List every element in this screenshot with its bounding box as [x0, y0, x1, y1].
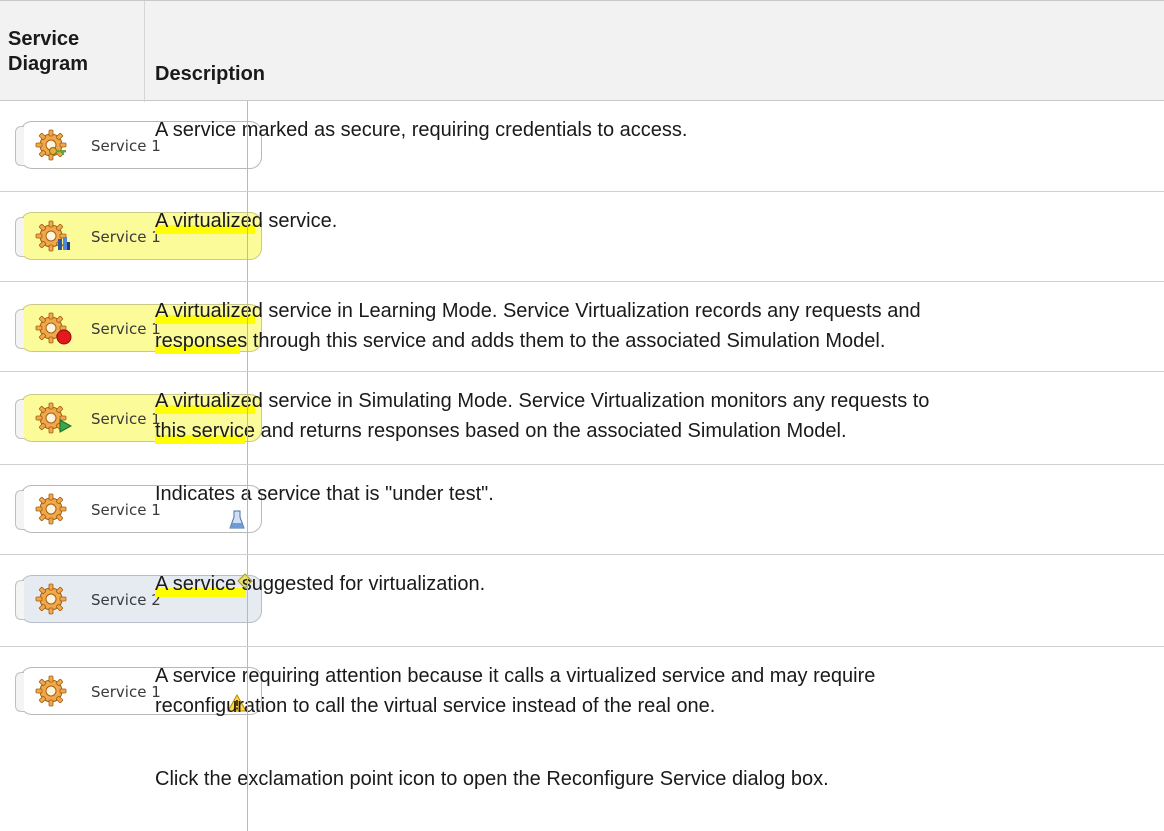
node-handle: [15, 580, 24, 620]
table-row: Service 2A service suggested for virtual…: [0, 555, 1164, 646]
table-row: Service 1A virtualized service in Learni…: [0, 282, 1164, 371]
column-guide-line: [247, 372, 248, 464]
description-line1: A virtualized service in Simulating Mode…: [155, 390, 930, 412]
node-handle: [15, 399, 24, 439]
service-node-label: Service 1: [91, 683, 161, 701]
virtual-icon-graphic: [58, 237, 70, 250]
table-row: Service 1A virtualized service in Simula…: [0, 372, 1164, 464]
table-row: Service 1A service requiring attention b…: [0, 647, 1164, 831]
description-line1: A virtualized service in Learning Mode. …: [155, 300, 921, 322]
service-node-label: Service 2: [91, 591, 161, 609]
description-line1: A service requiring attention because it…: [155, 665, 876, 687]
node-handle: [15, 126, 24, 166]
table-row: Service 1A service marked as secure, req…: [0, 101, 1164, 191]
description-line2: responses through this service and adds …: [155, 330, 886, 352]
play-icon-graphic: [59, 419, 73, 433]
header-description: Description: [155, 63, 266, 85]
column-guide-line: [247, 282, 248, 371]
table-row: Service 1A virtualized service.: [0, 192, 1164, 281]
node-handle: [15, 672, 24, 712]
description-line2: reconfiguration to call the virtual serv…: [155, 695, 716, 717]
record-icon: [56, 329, 72, 350]
service-node-label: Service 1: [91, 228, 161, 246]
header-service-diagram: Service Diagram: [8, 27, 88, 77]
service-diagram-table: Service Diagram Description Service 1A s…: [0, 0, 1164, 831]
header-service-diagram-line1: Service: [8, 28, 80, 50]
description-line1: Indicates a service that is "under test"…: [155, 483, 494, 505]
description-line1: A service marked as secure, requiring cr…: [155, 119, 688, 141]
gear-icon: [35, 583, 67, 615]
key-icon-graphic: [49, 147, 66, 155]
column-guide-line: [247, 555, 248, 646]
flask-icon: [229, 510, 245, 535]
play-icon: [58, 419, 73, 438]
node-handle: [15, 309, 24, 349]
header-column-divider: [144, 1, 145, 102]
column-guide-line: [247, 647, 248, 831]
record-icon-graphic: [56, 329, 72, 345]
key-icon: [49, 144, 67, 162]
service-node-label: Service 1: [91, 410, 161, 428]
gear-icon: [35, 675, 67, 707]
gear-icon: [35, 493, 67, 525]
service-node-label: Service 1: [91, 501, 161, 519]
node-handle: [15, 217, 24, 257]
node-handle: [15, 490, 24, 530]
flask-icon-graphic: [229, 510, 245, 529]
table-row: Service 1 Indicates a service that is "un…: [0, 465, 1164, 554]
service-node-label: Service 1: [91, 137, 161, 155]
column-guide-line: [247, 465, 248, 554]
column-guide-line: [247, 192, 248, 281]
description-line1: A service suggested for virtualization.: [155, 573, 486, 595]
header-service-diagram-line2: Diagram: [8, 53, 89, 75]
table-header: Service Diagram Description: [0, 0, 1164, 102]
column-guide-line: [247, 101, 248, 191]
description-line2: this service and returns responses based…: [155, 420, 847, 442]
service-node-label: Service 1: [91, 320, 161, 338]
virtual-icon: [57, 235, 71, 256]
description-line3: Click the exclamation point icon to open…: [155, 768, 829, 790]
